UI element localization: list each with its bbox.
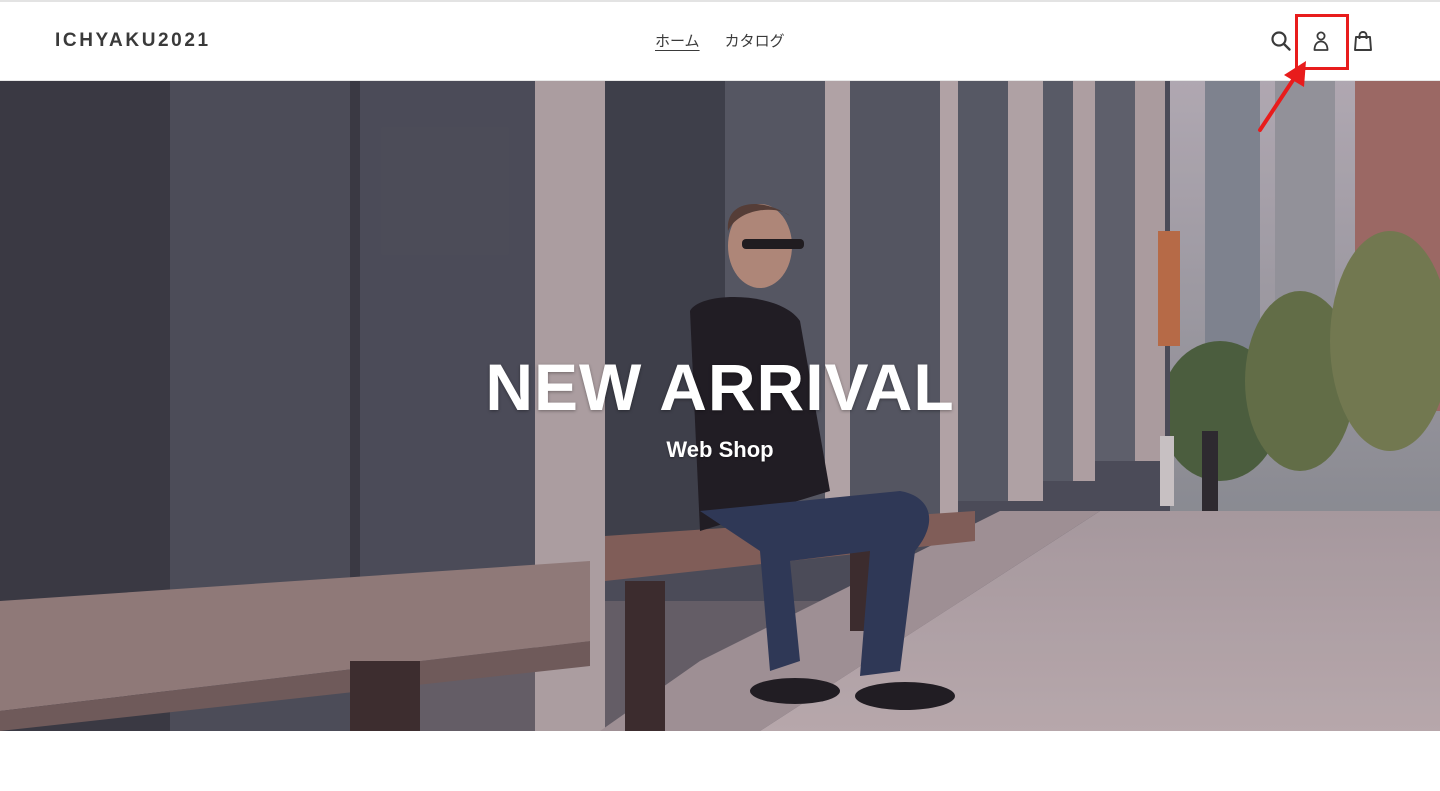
hero-title: NEW ARRIVAL <box>485 350 955 424</box>
account-button[interactable] <box>1309 29 1333 53</box>
search-button[interactable] <box>1269 29 1293 53</box>
cart-button[interactable] <box>1351 29 1375 53</box>
site-logo[interactable]: ICHYAKU2021 <box>55 30 211 52</box>
site-header: ICHYAKU2021 ホーム カタログ <box>0 2 1440 81</box>
hero-banner[interactable]: NEW ARRIVAL Web Shop <box>0 81 1440 731</box>
hero-subtitle: Web Shop <box>666 437 774 462</box>
nav-item-home[interactable]: ホーム <box>655 30 700 51</box>
nav-item-catalog[interactable]: カタログ <box>725 30 785 51</box>
main-nav: ホーム カタログ <box>655 30 785 51</box>
search-icon <box>1271 31 1291 51</box>
cart-icon <box>1354 31 1372 51</box>
account-icon <box>1313 31 1329 51</box>
